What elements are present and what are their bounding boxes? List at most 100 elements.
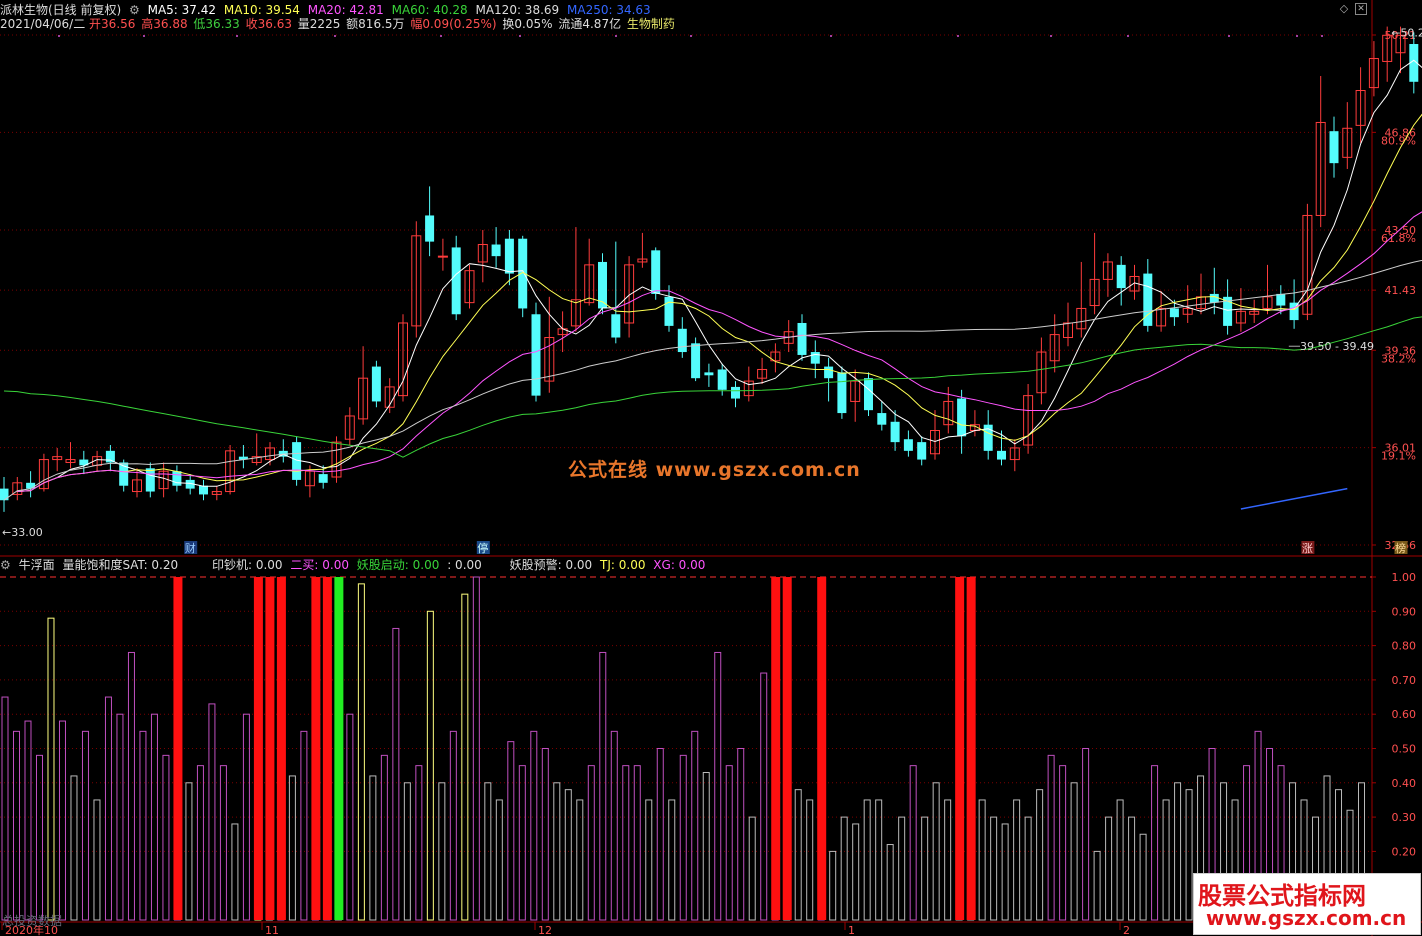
ma60-line (3, 316, 1422, 458)
ma250-line (1240, 487, 1348, 510)
top-marker-dot (236, 35, 238, 37)
candle-body-down (917, 442, 927, 460)
top-marker-dot (1296, 35, 1298, 37)
top-marker-dot (334, 35, 336, 37)
close-icon[interactable]: ✕ (1355, 3, 1367, 15)
candle-body-down (824, 366, 834, 379)
top-marker-dot (440, 35, 442, 37)
sat-bar (875, 799, 883, 921)
candle-body-down (864, 378, 873, 411)
sat-bar (1047, 754, 1055, 921)
indicator-tick-label: 0.20 (1392, 845, 1417, 858)
sat-bar (484, 782, 492, 921)
sat-bar (81, 730, 89, 921)
sat-bar (1151, 765, 1159, 921)
signal-red-bar (817, 577, 827, 920)
sat-bar (1059, 765, 1067, 921)
ermai-label: 二买: 0.00 (290, 558, 349, 572)
ma20-label: MA20: 42.81 (307, 3, 384, 17)
sat-bar (610, 730, 618, 921)
ma-legend: 派林生物(日线 前复权) ⚙ MA5: 37.42 MA10: 39.54 MA… (0, 3, 655, 17)
ohlc-info: 2021/04/06/二 开36.56 高36.88 低36.33 收36.63… (0, 17, 679, 31)
signal-red-bar (253, 577, 263, 920)
sat-bar (829, 850, 837, 921)
candle-body-down (810, 352, 820, 364)
top-marker-dot (1321, 35, 1323, 37)
industry-label: 生物制药 (626, 17, 675, 31)
sat-bar (127, 651, 135, 921)
sat-bar (691, 730, 699, 921)
sat-bar (288, 775, 296, 921)
top-marker-dot (519, 35, 521, 37)
candle-body-down (504, 238, 514, 274)
sat-bar (1093, 850, 1101, 921)
sat-bar (806, 799, 814, 921)
sat-bar (104, 696, 112, 921)
pct-tick-label: 80.9% (1381, 134, 1416, 147)
candle-body-down (145, 468, 155, 492)
indicator-settings-icon[interactable]: ⚙ (0, 558, 11, 572)
candle-body-down (717, 369, 727, 390)
sat-bar (1082, 748, 1090, 921)
sat-bar (737, 748, 745, 921)
sat-bar (47, 617, 55, 921)
ma60-label: MA60: 40.28 (391, 3, 468, 17)
sat-bar (380, 754, 388, 921)
sat-bar (1128, 816, 1136, 921)
top-marker-dot (143, 35, 145, 37)
x-axis-label: 1 (848, 924, 855, 936)
sat-bar (438, 782, 446, 921)
settings-icon[interactable]: ⚙ (129, 3, 140, 17)
indicator-legend: ⚙ 牛浮面 量能饱和度SAT: 0.20 印钞机: 0.00 二买: 0.00 … (0, 558, 709, 572)
sat-bar (760, 672, 768, 921)
badge-ting: 停 (477, 541, 488, 555)
change-label: 幅0.09(0.25%) (410, 17, 497, 31)
sat-bar (12, 730, 20, 921)
badge-bang: 榜 (1395, 541, 1406, 555)
ma250-label: MA250: 34.63 (567, 3, 651, 17)
sat-bar (392, 627, 400, 921)
top-marker-dot (615, 35, 617, 37)
sat-bar (369, 775, 377, 921)
bottom-left-watermark: 总投资数据 (2, 914, 63, 928)
signal-red-bar (173, 577, 183, 920)
top-marker-dot (1127, 35, 1129, 37)
sat-bar (208, 703, 216, 921)
candle-body-down (957, 398, 967, 437)
candle-body-down (105, 450, 115, 463)
pct-tick-label: 61.8% (1381, 232, 1416, 245)
candle-body-down (1329, 131, 1339, 164)
collapse-icon[interactable]: ◇ (1338, 3, 1350, 15)
sat-bar (93, 799, 101, 921)
signal-red-bar (322, 577, 332, 920)
range-annotation: 39.50 - 39.49 (1300, 340, 1374, 353)
candle-body-down (837, 372, 847, 414)
top-marker-dot (1228, 35, 1230, 37)
candle-body-down (371, 366, 381, 402)
top-marker-dot (830, 35, 832, 37)
sat-bar (725, 765, 733, 921)
sat-bar (702, 772, 710, 921)
sat-bar (990, 816, 998, 921)
sat-bar (530, 730, 538, 921)
candle-body-down (1169, 308, 1179, 318)
signal-red-bar (276, 577, 286, 920)
sat-bar (564, 789, 572, 921)
sat-bar (944, 799, 952, 921)
candle-body-down (611, 314, 621, 338)
indicator-name[interactable]: 牛浮面 (19, 558, 55, 572)
sat-bar (1105, 816, 1113, 921)
sat-bar (1174, 782, 1182, 921)
sat-bar (679, 754, 687, 921)
candle-body-down (677, 328, 687, 353)
sat-bar (794, 789, 802, 921)
candle-body-down (425, 215, 435, 242)
signal-red-bar (782, 577, 792, 920)
ma5-line (17, 59, 1422, 492)
sat-bar (645, 799, 653, 921)
stock-title[interactable]: 派林生物(日线 前复权) (0, 3, 121, 17)
top-marker-dot (58, 35, 60, 37)
sat-bar (231, 823, 239, 921)
sat-bar (507, 741, 515, 921)
sat-bar (162, 754, 170, 921)
